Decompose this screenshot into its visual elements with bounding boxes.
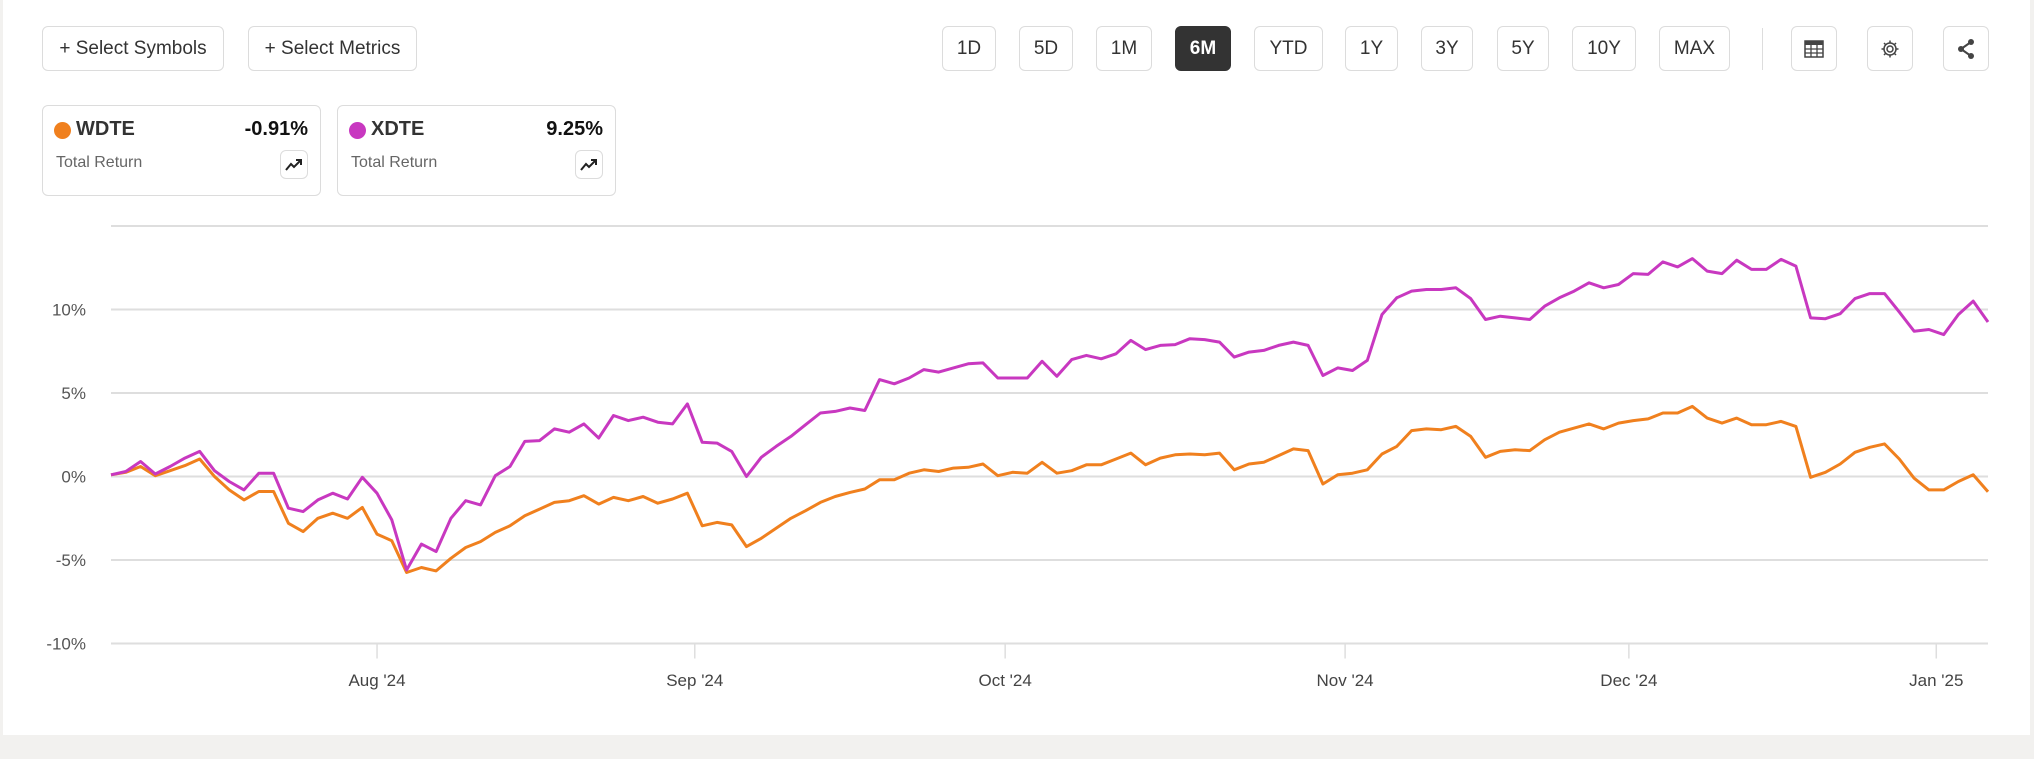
y-tick-label: -10%: [46, 635, 86, 654]
x-tick-label: Nov '24: [1317, 671, 1374, 690]
x-tick-label: Sep '24: [666, 671, 723, 690]
y-tick-label: 10%: [52, 301, 86, 320]
y-tick-label: 0%: [61, 468, 86, 487]
x-tick-label: Aug '24: [348, 671, 405, 690]
x-tick-label: Jan '25: [1909, 671, 1963, 690]
x-tick-label: Oct '24: [978, 671, 1031, 690]
y-tick-label: 5%: [61, 384, 86, 403]
y-tick-label: -5%: [56, 551, 86, 570]
line-chart[interactable]: -10% -5% 0% 5% 10% Aug '24 Sep '24 Oct '24 Nov '…: [0, 0, 2034, 735]
x-tick-label: Dec '24: [1600, 671, 1657, 690]
series-line-wdte[interactable]: [110, 404, 1990, 574]
series-line-xdte[interactable]: [110, 257, 1990, 572]
